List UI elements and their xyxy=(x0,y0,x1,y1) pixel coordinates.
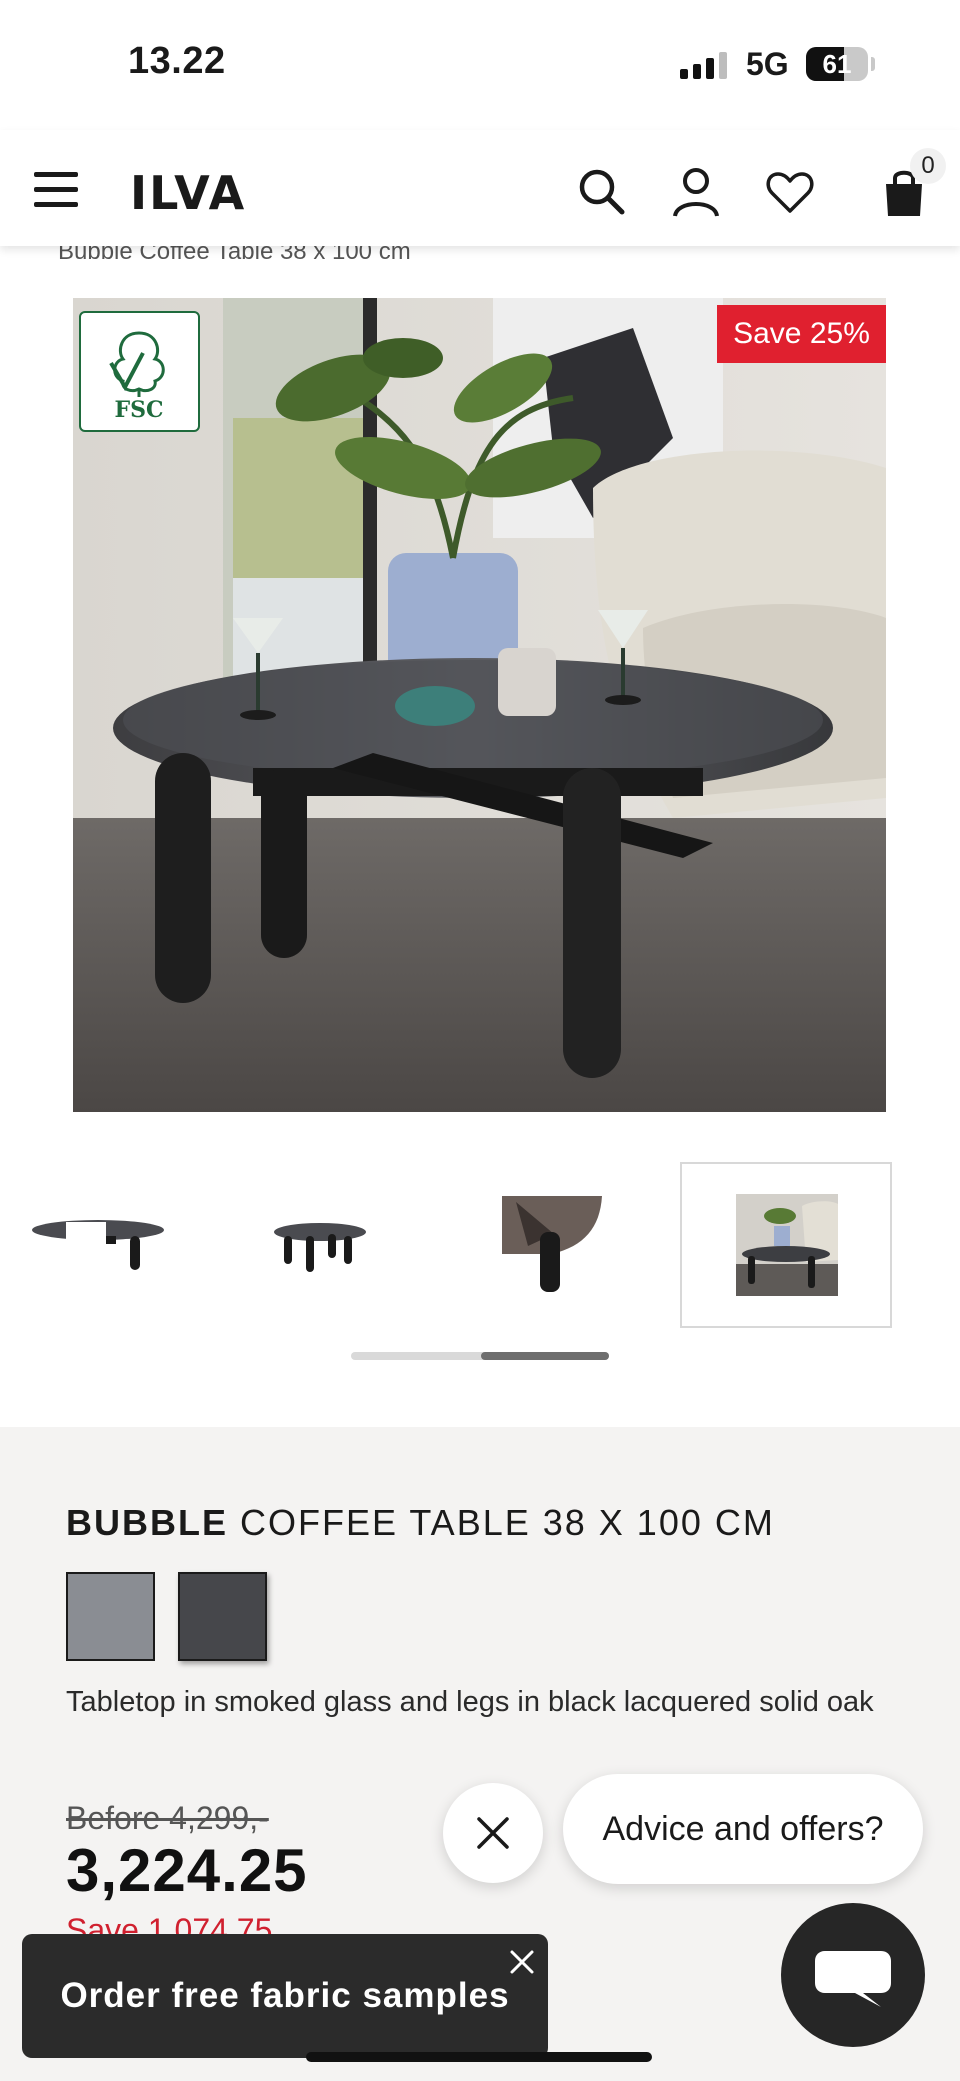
fabric-banner-close-button[interactable] xyxy=(506,1946,538,1978)
price-before: Before 4,299,- xyxy=(66,1800,269,1836)
product-description: Tabletop in smoked glass and legs in bla… xyxy=(66,1686,874,1718)
thumbnail-3[interactable] xyxy=(444,1162,656,1328)
cart-count-badge: 0 xyxy=(910,148,946,184)
chat-prompt-bubble[interactable]: Advice and offers? xyxy=(563,1774,923,1884)
thumbnail-1[interactable] xyxy=(26,1162,238,1328)
site-header: ILVA 0 xyxy=(0,130,960,246)
close-icon xyxy=(477,1817,509,1849)
color-swatch-dark[interactable] xyxy=(178,1572,267,1661)
product-brand: BUBBLE xyxy=(66,1502,228,1543)
fsc-certification-badge: FSC xyxy=(79,311,200,432)
save-percentage-badge: Save 25% xyxy=(717,305,886,363)
thumbnail-4[interactable] xyxy=(680,1162,892,1328)
thumbnail-strip xyxy=(0,1160,960,1330)
battery-icon: 61 xyxy=(806,47,868,81)
status-time: 13.22 xyxy=(128,40,226,82)
fabric-samples-label: Order free fabric samples xyxy=(60,1976,510,2015)
fabric-samples-banner[interactable]: Order free fabric samples xyxy=(22,1934,548,2058)
thumbnail-scrollbar[interactable] xyxy=(351,1352,609,1360)
hamburger-menu-icon[interactable] xyxy=(34,172,78,208)
site-logo[interactable]: ILVA xyxy=(130,166,246,220)
product-title: BUBBLE COFFEE TABLE 38 X 100 CM xyxy=(66,1502,775,1544)
user-icon[interactable] xyxy=(670,166,722,218)
close-icon xyxy=(510,1950,534,1974)
battery-level: 61 xyxy=(822,49,852,79)
heart-icon[interactable] xyxy=(764,166,816,218)
thumbnail-2[interactable] xyxy=(216,1162,428,1328)
color-swatch-light[interactable] xyxy=(66,1572,155,1661)
chat-launcher-button[interactable] xyxy=(781,1903,925,2047)
fsc-label: FSC xyxy=(114,397,163,423)
thumbnail-scrollbar-thumb[interactable] xyxy=(481,1352,609,1360)
battery-cap xyxy=(871,57,875,71)
chat-bubble-icon xyxy=(815,1951,891,2007)
chat-prompt-close-button[interactable] xyxy=(443,1783,543,1883)
search-icon[interactable] xyxy=(576,166,628,218)
status-bar: 13.22 5G 61 xyxy=(0,0,960,130)
home-indicator xyxy=(306,2052,652,2062)
network-type: 5G xyxy=(746,46,789,82)
product-name: COFFEE TABLE 38 X 100 CM xyxy=(228,1502,775,1543)
signal-strength-icon xyxy=(680,52,727,79)
price-current: 3,224.25 xyxy=(66,1837,308,1904)
